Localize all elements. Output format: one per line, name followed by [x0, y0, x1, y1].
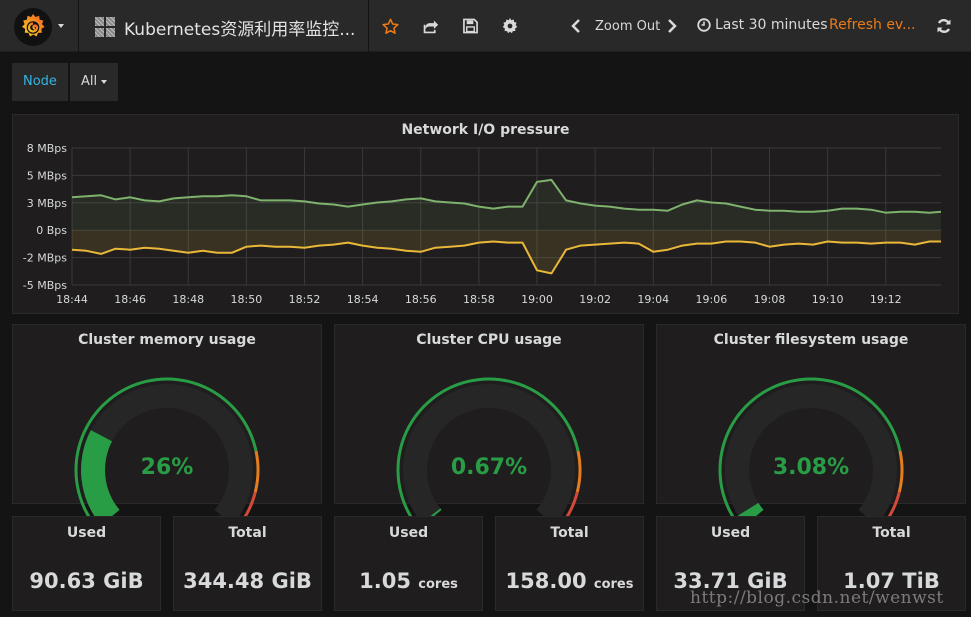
gauge-threshold-band: [897, 450, 904, 493]
stat-title[interactable]: Used: [13, 525, 160, 541]
stat-value: 344.48 GiB: [174, 569, 321, 593]
stat-title[interactable]: Used: [335, 525, 482, 541]
stat-number: 158.00: [505, 569, 587, 593]
stat-title[interactable]: Total: [174, 525, 321, 541]
stat-value: 158.00 cores: [496, 569, 643, 593]
stat-value: 1.05 cores: [335, 569, 482, 593]
stat-panel-memory-used: Used 90.63 GiB: [12, 516, 161, 611]
stat-number: 1.05: [359, 569, 411, 593]
stat-panel-memory-total: Total 344.48 GiB: [173, 516, 322, 611]
stat-unit: cores: [593, 577, 634, 592]
gauge-threshold-band: [575, 450, 582, 493]
stat-panel-cpu-used: Used 1.05 cores: [334, 516, 483, 611]
gauge-value-label: 26%: [141, 455, 194, 480]
stat-title[interactable]: Total: [496, 525, 643, 541]
stat-unit: GiB: [271, 569, 312, 593]
stat-title[interactable]: Used: [657, 525, 804, 541]
stat-panel-cpu-total: Total 158.00 cores: [495, 516, 644, 611]
stat-unit: cores: [418, 577, 458, 592]
stat-unit: GiB: [103, 569, 144, 593]
gauge-value-label: 3.08%: [773, 455, 849, 480]
gauge-value-label: 0.67%: [451, 455, 527, 480]
stat-number: 344.48: [183, 569, 265, 593]
stat-value: 90.63 GiB: [13, 569, 160, 593]
stat-number: 90.63: [29, 569, 96, 593]
stat-title[interactable]: Total: [818, 525, 965, 541]
gauge-threshold-band: [253, 450, 260, 493]
watermark: http://blog.csdn.net/wenwst: [690, 588, 944, 608]
